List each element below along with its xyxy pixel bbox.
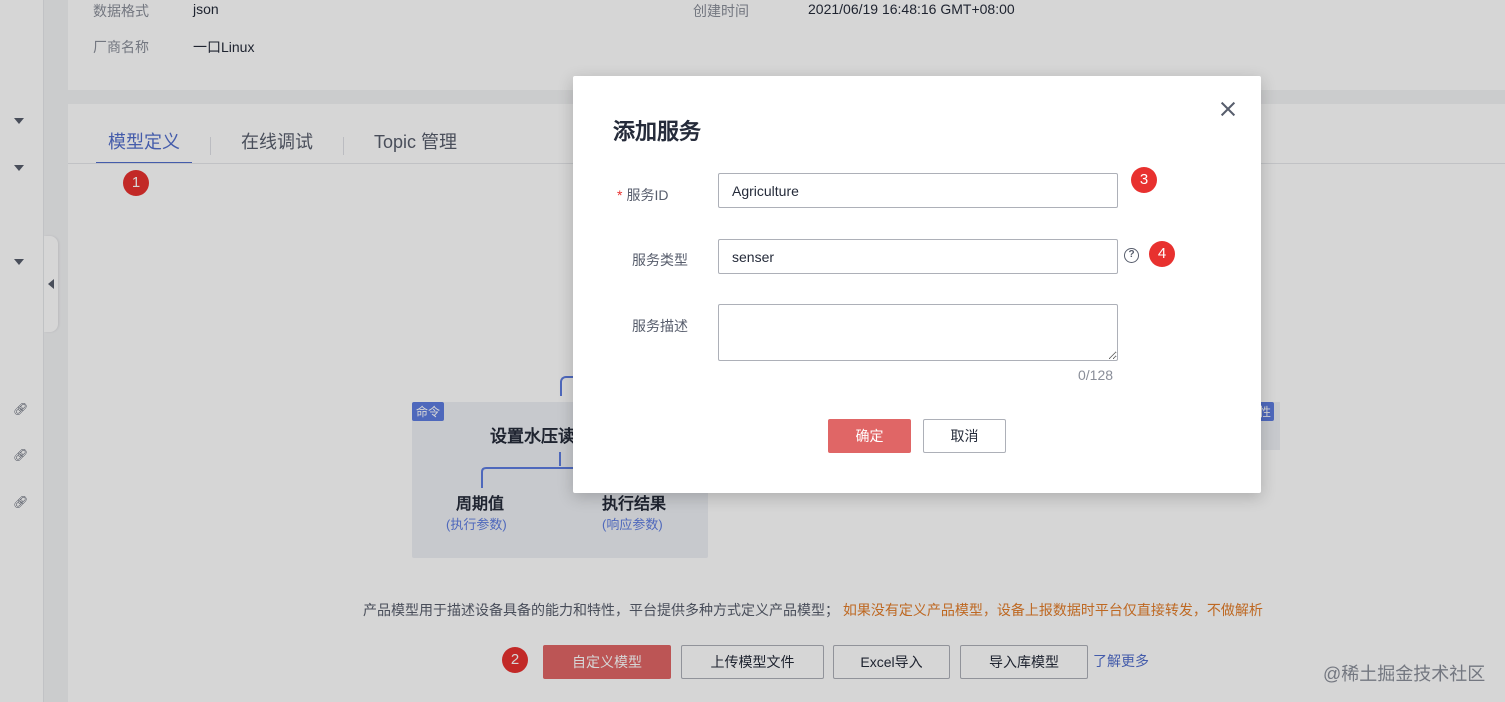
service-id-input[interactable] bbox=[718, 173, 1118, 208]
char-counter: 0/128 bbox=[1078, 367, 1114, 383]
service-type-input[interactable] bbox=[718, 239, 1118, 274]
add-service-dialog: 添加服务 *服务ID 服务类型 ? 服务描述 0/128 确定 取消 bbox=[573, 76, 1261, 493]
service-desc-label: 服务描述 bbox=[632, 318, 688, 334]
step-badge: 3 bbox=[1131, 167, 1157, 193]
service-id-label: * 服务ID bbox=[617, 185, 668, 205]
cancel-button[interactable]: 取消 bbox=[923, 419, 1006, 453]
service-desc-textarea[interactable] bbox=[718, 304, 1118, 361]
service-type-label: 服务类型 bbox=[632, 252, 688, 268]
required-star: * bbox=[617, 187, 623, 203]
close-icon[interactable] bbox=[1217, 98, 1239, 120]
confirm-button[interactable]: 确定 bbox=[828, 419, 911, 453]
dialog-title: 添加服务 bbox=[613, 119, 702, 144]
step-badge: 4 bbox=[1149, 241, 1175, 267]
help-icon[interactable]: ? bbox=[1124, 248, 1139, 263]
service-id-label-text: 服务ID bbox=[626, 187, 669, 203]
